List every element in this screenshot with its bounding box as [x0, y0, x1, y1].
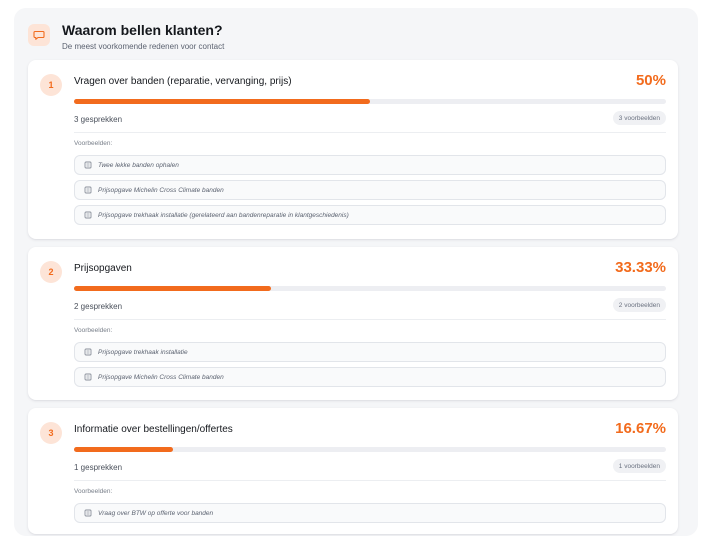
example-text: Prijsopgave Michelin Cross Climate bande… [98, 186, 224, 194]
page-title: Waarom bellen klanten? [62, 22, 223, 38]
document-icon [83, 160, 93, 170]
document-icon [83, 372, 93, 382]
page-subtitle: De meest voorkomende redenen voor contac… [62, 42, 225, 51]
panel-header: Waarom bellen klanten? De meest voorkome… [28, 18, 684, 62]
example-item: Prijsopgave trekhaak installatie (gerela… [74, 205, 666, 225]
progress-fill [74, 99, 370, 104]
reason-title: Vragen over banden (reparatie, vervangin… [74, 76, 292, 87]
chat-bubble-icon [28, 24, 50, 46]
rank-badge: 1 [40, 74, 62, 96]
rank-badge: 3 [40, 422, 62, 444]
examples-list: Vraag over BTW op offerte voor banden [74, 503, 666, 528]
reason-title: Informatie over bestellingen/offertes [74, 424, 233, 435]
progress-track [74, 447, 666, 452]
progress-fill [74, 447, 173, 452]
reason-card-3: 3 Informatie over bestellingen/offertes … [28, 408, 678, 534]
example-text: Vraag over BTW op offerte voor banden [98, 509, 214, 517]
rank-badge: 2 [40, 261, 62, 283]
divider [74, 480, 666, 481]
example-item: Prijsopgave Michelin Cross Climate bande… [74, 180, 666, 200]
examples-label: Voorbeelden: [74, 327, 113, 334]
document-icon [83, 347, 93, 357]
document-icon [83, 185, 93, 195]
examples-count-badge: 2 voorbeelden [612, 298, 666, 312]
reason-card-2: 2 Prijsopgaven 33.33% 2 gesprekken 2 voo… [28, 247, 678, 400]
reason-card-1: 1 Vragen over banden (reparatie, vervang… [28, 60, 678, 239]
reason-percentage: 33.33% [615, 259, 666, 276]
progress-track [74, 286, 666, 291]
reason-percentage: 16.67% [615, 420, 666, 437]
document-icon [83, 508, 93, 518]
example-text: Prijsopgave trekhaak installatie [98, 348, 188, 356]
progress-fill [74, 286, 272, 291]
example-text: Prijsopgave trekhaak installatie (gerela… [98, 211, 349, 219]
example-item: Prijsopgave Michelin Cross Climate bande… [74, 367, 666, 387]
examples-list: Prijsopgave trekhaak installatie Prijsop… [74, 342, 666, 392]
example-text: Twee lekke banden ophalen [98, 161, 179, 169]
divider [74, 319, 666, 320]
reason-title: Prijsopgaven [74, 263, 132, 274]
examples-count-badge: 1 voorbeelden [612, 459, 666, 473]
divider [74, 132, 666, 133]
examples-count-badge: 3 voorbeelden [612, 111, 666, 125]
examples-label: Voorbeelden: [74, 140, 113, 147]
progress-track [74, 99, 666, 104]
reason-percentage: 50% [635, 72, 666, 89]
call-reasons-panel: Waarom bellen klanten? De meest voorkome… [14, 8, 698, 536]
examples-label: Voorbeelden: [74, 488, 113, 495]
example-item: Vraag over BTW op offerte voor banden [74, 503, 666, 523]
document-icon [83, 210, 93, 220]
conversation-count: 1 gesprekken [74, 463, 123, 472]
examples-list: Twee lekke banden ophalen Prijsopgave Mi… [74, 155, 666, 230]
example-item: Prijsopgave trekhaak installatie [74, 342, 666, 362]
example-item: Twee lekke banden ophalen [74, 155, 666, 175]
example-text: Prijsopgave Michelin Cross Climate bande… [98, 373, 224, 381]
conversation-count: 3 gesprekken [74, 115, 123, 124]
conversation-count: 2 gesprekken [74, 302, 123, 311]
